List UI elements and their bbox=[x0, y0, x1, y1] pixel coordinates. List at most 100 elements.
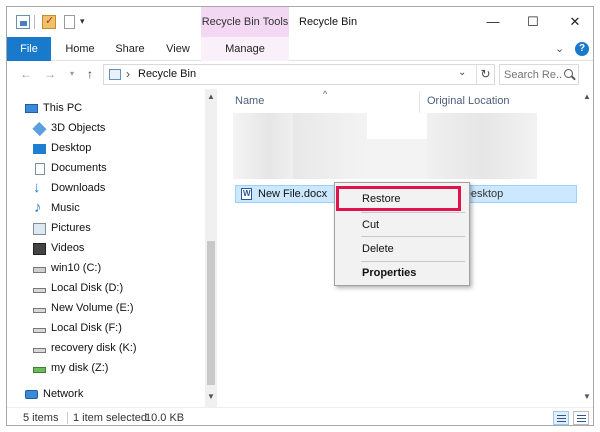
recycle-bin-tools-label: Recycle Bin Tools bbox=[201, 7, 289, 37]
nav-item-local-disk-f[interactable]: Local Disk (F:) bbox=[7, 319, 203, 339]
item-count: 5 items bbox=[23, 412, 59, 424]
help-icon[interactable]: ? bbox=[575, 42, 589, 56]
explorer-window: ▾ Recycle Bin Tools Recycle Bin — ☐ ✕ Fi… bbox=[6, 6, 594, 426]
search-icon[interactable] bbox=[564, 69, 573, 78]
drive-icon bbox=[33, 348, 46, 353]
quick-access-dropdown-icon[interactable]: ▾ bbox=[80, 16, 85, 27]
back-button[interactable]: ← bbox=[17, 65, 35, 83]
status-bar: 5 items 1 item selected 10.0 KB bbox=[7, 407, 593, 425]
tab-view[interactable]: View bbox=[157, 37, 199, 61]
selection-count: 1 item selected bbox=[73, 412, 147, 424]
search-input[interactable] bbox=[504, 67, 562, 82]
drive-icon bbox=[33, 308, 46, 313]
file-name: New File.docx bbox=[258, 188, 328, 200]
nav-item-label: 3D Objects bbox=[51, 122, 106, 134]
address-bar[interactable]: › Recycle Bin ⌄ ↻ bbox=[103, 64, 495, 85]
blurred-region bbox=[233, 113, 293, 179]
nav-item-label: Desktop bbox=[51, 142, 92, 154]
nav-item-music[interactable]: Music bbox=[7, 199, 203, 219]
column-header-original-location[interactable]: Original Location bbox=[427, 95, 510, 107]
status-divider bbox=[67, 412, 68, 424]
scroll-down-icon[interactable]: ▼ bbox=[581, 391, 593, 403]
nav-item-network[interactable]: Network bbox=[7, 385, 203, 405]
minimize-button[interactable]: — bbox=[473, 7, 513, 37]
blurred-region bbox=[427, 113, 537, 179]
menu-item-cut[interactable]: Cut bbox=[336, 215, 468, 235]
nav-pane-scrollbar[interactable]: ▲ ▼ bbox=[205, 89, 217, 407]
folder-icon[interactable] bbox=[16, 15, 30, 29]
scroll-up-icon[interactable]: ▲ bbox=[581, 91, 593, 103]
removable-drive-icon bbox=[33, 367, 46, 373]
nav-item-videos[interactable]: Videos bbox=[7, 239, 203, 259]
nav-item-documents[interactable]: Documents bbox=[7, 159, 203, 179]
nav-item-label: New Volume (E:) bbox=[51, 302, 134, 314]
nav-item-win10-c[interactable]: win10 (C:) bbox=[7, 259, 203, 279]
menu-separator bbox=[361, 261, 465, 262]
blurred-region bbox=[293, 113, 367, 179]
selection-size: 10.0 KB bbox=[145, 412, 185, 424]
details-view-icon[interactable] bbox=[553, 411, 569, 425]
tab-manage[interactable]: Manage bbox=[201, 37, 289, 61]
tab-file[interactable]: File bbox=[7, 37, 51, 61]
properties-check-icon[interactable] bbox=[42, 14, 56, 29]
computer-icon bbox=[25, 104, 38, 113]
navigation-bar: ← → ▾ ↑ › Recycle Bin ⌄ ↻ bbox=[7, 61, 593, 89]
nav-item-label: Local Disk (D:) bbox=[51, 282, 124, 294]
breadcrumb-chevron-icon[interactable]: › bbox=[126, 67, 130, 81]
nav-item-this-pc[interactable]: This PC bbox=[7, 99, 203, 119]
downloads-icon bbox=[33, 179, 46, 196]
column-divider[interactable] bbox=[419, 91, 420, 113]
navigation-pane: This PC 3D Objects Desktop Documents Dow… bbox=[7, 89, 217, 407]
desktop-icon bbox=[33, 144, 46, 154]
forward-button[interactable]: → bbox=[41, 65, 59, 83]
3d-objects-icon bbox=[32, 121, 47, 137]
nav-item-label: This PC bbox=[43, 102, 83, 114]
pictures-icon bbox=[33, 223, 46, 235]
scrollbar-thumb[interactable] bbox=[207, 241, 215, 385]
blurred-region bbox=[367, 139, 427, 179]
scroll-up-icon[interactable]: ▲ bbox=[205, 91, 217, 103]
menu-item-delete[interactable]: Delete bbox=[336, 239, 468, 259]
nav-item-3d-objects[interactable]: 3D Objects bbox=[7, 119, 203, 139]
nav-item-new-volume-e[interactable]: New Volume (E:) bbox=[7, 299, 203, 319]
nav-item-label: Music bbox=[51, 202, 80, 214]
search-box[interactable] bbox=[499, 64, 579, 85]
address-dropdown-icon[interactable]: ⌄ bbox=[458, 67, 466, 78]
nav-item-label: Documents bbox=[51, 162, 107, 174]
up-button[interactable]: ↑ bbox=[81, 65, 99, 83]
documents-icon bbox=[35, 163, 45, 175]
recent-locations-button[interactable]: ▾ bbox=[63, 65, 81, 83]
nav-item-recovery-disk-k[interactable]: recovery disk (K:) bbox=[7, 339, 203, 359]
refresh-button[interactable]: ↻ bbox=[476, 65, 494, 84]
close-button[interactable]: ✕ bbox=[555, 7, 593, 37]
windows-drive-icon bbox=[33, 267, 46, 273]
expand-ribbon-icon[interactable]: ⌄ bbox=[555, 42, 564, 55]
nav-item-desktop[interactable]: Desktop bbox=[7, 139, 203, 159]
nav-item-pictures[interactable]: Pictures bbox=[7, 219, 203, 239]
network-icon bbox=[25, 390, 38, 399]
large-icons-view-icon[interactable] bbox=[573, 411, 589, 425]
new-folder-icon[interactable] bbox=[64, 15, 75, 29]
nav-item-label: win10 (C:) bbox=[51, 262, 102, 274]
nav-item-my-disk-z[interactable]: my disk (Z:) bbox=[7, 359, 203, 379]
nav-item-label: Network bbox=[43, 388, 84, 400]
tab-home[interactable]: Home bbox=[57, 37, 103, 61]
word-document-icon bbox=[241, 188, 252, 200]
breadcrumb-recycle-bin[interactable]: Recycle Bin bbox=[138, 68, 196, 80]
content-scrollbar[interactable]: ▲ ▼ bbox=[581, 89, 593, 407]
toolbar-separator bbox=[34, 15, 35, 29]
sort-ascending-icon: ^ bbox=[323, 89, 328, 99]
nav-item-label: Videos bbox=[51, 242, 85, 254]
music-icon bbox=[33, 199, 46, 216]
menu-item-properties[interactable]: Properties bbox=[336, 263, 468, 283]
nav-item-label: recovery disk (K:) bbox=[51, 342, 137, 354]
tab-share[interactable]: Share bbox=[107, 37, 153, 61]
nav-item-local-disk-d[interactable]: Local Disk (D:) bbox=[7, 279, 203, 299]
nav-item-downloads[interactable]: Downloads bbox=[7, 179, 203, 199]
restore-highlight-box bbox=[336, 186, 461, 211]
title-bar: ▾ Recycle Bin Tools Recycle Bin — ☐ ✕ bbox=[7, 7, 593, 37]
scroll-down-icon[interactable]: ▼ bbox=[205, 391, 217, 403]
drive-icon bbox=[33, 288, 46, 293]
column-header-name[interactable]: Name bbox=[235, 95, 264, 107]
maximize-button[interactable]: ☐ bbox=[513, 7, 553, 37]
